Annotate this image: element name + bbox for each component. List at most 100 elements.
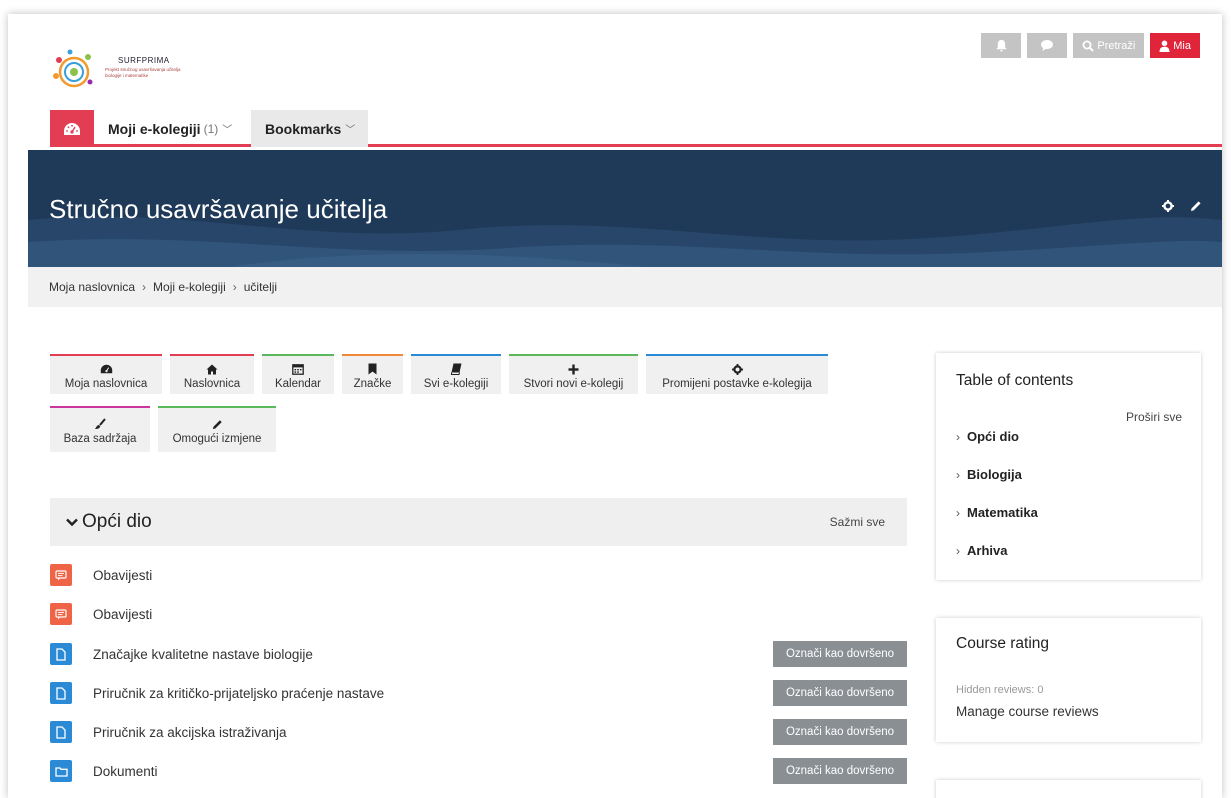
quick-button-create-course[interactable]: Stvori novi e-kolegij: [509, 354, 638, 394]
pencil-icon[interactable]: [1190, 200, 1202, 212]
quick-button-home[interactable]: Naslovnica: [170, 354, 254, 394]
quick-button-course-settings[interactable]: Promijeni postavke e-kolegija: [646, 354, 828, 394]
activity-row[interactable]: Dokumenti Označi kao dovršeno: [50, 756, 907, 786]
toc-item-archive[interactable]: › Arhiva: [956, 543, 1007, 558]
quick-button-label: Baza sadržaja: [63, 433, 137, 445]
toc-title: Table of contents: [956, 372, 1074, 389]
bookmark-icon: [368, 362, 377, 376]
plus-icon: [568, 362, 579, 376]
gear-icon[interactable]: [1162, 200, 1174, 212]
activity-row[interactable]: Obavijesti: [50, 599, 907, 629]
brush-icon: [94, 417, 106, 431]
course-page: SURFPRIMA Projekt stručnog usavršavanja …: [8, 14, 1222, 798]
user-icon: [1159, 40, 1170, 52]
logo-emblem-icon: [53, 49, 93, 88]
toc-item-mathematics[interactable]: › Matematika: [956, 505, 1038, 520]
quick-button-label: Promijeni postavke e-kolegija: [662, 378, 812, 390]
activity-link[interactable]: Značajke kvalitetne nastave biologije: [93, 647, 313, 662]
chevron-down-icon: ﹀: [222, 125, 233, 136]
quick-button-dashboard[interactable]: Moja naslovnica: [50, 354, 162, 394]
chat-bubble-icon: [1041, 40, 1054, 51]
activity-link[interactable]: Priručnik za kritičko-prijateljsko praće…: [93, 686, 384, 701]
chevron-down-icon: [66, 518, 78, 527]
home-icon: [206, 362, 218, 376]
breadcrumb-item-dashboard[interactable]: Moja naslovnica: [49, 280, 135, 294]
activity-row[interactable]: Priručnik za kritičko-prijateljsko praće…: [50, 678, 907, 708]
quick-button-label: Omogući izmjene: [172, 433, 262, 445]
breadcrumb-item-my-courses[interactable]: Moji e-kolegiji: [153, 280, 226, 294]
quick-button-label: Moja naslovnica: [64, 378, 148, 390]
breadcrumb: Moja naslovnica › Moji e-kolegiji › učitelji: [28, 267, 1222, 307]
course-header-banner: Stručno usavršavanje učitelja: [28, 150, 1222, 267]
toc-item-label: Biologija: [967, 467, 1022, 482]
breadcrumb-separator: ›: [232, 280, 237, 294]
quick-button-calendar[interactable]: Kalendar: [262, 354, 334, 394]
toc-item-label: Matematika: [967, 505, 1038, 520]
collapse-all-link[interactable]: Sažmi sve: [830, 515, 885, 529]
section-header[interactable]: Opći dio Sažmi sve: [50, 498, 907, 546]
my-courses-menu[interactable]: Moji e-kolegiji (1) ﹀: [94, 110, 246, 147]
quick-button-content-bank[interactable]: Baza sadržaja: [50, 406, 150, 452]
breadcrumb-separator: ›: [142, 280, 147, 294]
manage-reviews-link[interactable]: Manage course reviews: [956, 704, 1099, 719]
quick-button-all-courses[interactable]: Svi e-kolegiji: [411, 354, 501, 394]
toc-item-biology[interactable]: › Biologija: [956, 467, 1022, 482]
messages-button[interactable]: [1027, 33, 1068, 58]
file-icon: [50, 643, 72, 665]
mark-complete-button[interactable]: Označi kao dovršeno: [773, 641, 907, 667]
logo-subtitle: Projekt stručnog usavršavanja učitelja b…: [105, 67, 181, 78]
file-icon: [50, 682, 72, 704]
quick-button-label: Stvori novi e-kolegij: [523, 378, 624, 390]
chevron-right-icon: ›: [956, 430, 960, 444]
dashboard-icon: [100, 362, 113, 376]
forum-icon: [50, 603, 72, 625]
chevron-right-icon: ›: [956, 468, 960, 482]
activity-row[interactable]: Obavijesti: [50, 560, 907, 590]
activity-link[interactable]: Dokumenti: [93, 764, 158, 779]
book-icon: [450, 362, 462, 376]
mark-complete-button[interactable]: Označi kao dovršeno: [773, 719, 907, 745]
quick-button-label: Svi e-kolegiji: [423, 378, 489, 390]
quick-button-label: Značke: [353, 378, 392, 390]
chevron-right-icon: ›: [956, 544, 960, 558]
notifications-button[interactable]: [981, 33, 1022, 58]
course-title: Stručno usavršavanje učitelja: [49, 194, 388, 224]
folder-icon: [50, 760, 72, 782]
chevron-right-icon: ›: [956, 506, 960, 520]
quick-button-edit-mode[interactable]: Omogući izmjene: [158, 406, 276, 452]
course-rating-block: Course rating Hidden reviews: 0 Manage c…: [936, 618, 1201, 742]
quick-button-badges[interactable]: Značke: [342, 354, 403, 394]
dashboard-nav-button[interactable]: [50, 110, 94, 147]
toc-item-label: Opći dio: [967, 429, 1019, 444]
toc-item-label: Arhiva: [967, 543, 1008, 558]
user-menu-button[interactable]: Mia: [1150, 33, 1200, 58]
toc-item-general[interactable]: › Opći dio: [956, 429, 1019, 444]
quick-button-label: Naslovnica: [183, 378, 241, 390]
logo-title: SURFPRIMA: [118, 56, 170, 65]
section-title[interactable]: Opći dio: [66, 511, 152, 533]
gear-icon: [731, 362, 743, 376]
activity-row[interactable]: Priručnik za akcijska istraživanja Označ…: [50, 717, 907, 747]
pencil-icon: [212, 417, 223, 431]
next-block: [936, 780, 1201, 798]
top-toolbar: Pretraži Mia: [981, 33, 1200, 58]
bell-icon: [996, 39, 1007, 52]
hidden-reviews-count: Hidden reviews: 0: [956, 684, 1044, 696]
bookmarks-label: Bookmarks: [265, 120, 342, 137]
bookmarks-menu[interactable]: Bookmarks ﹀: [251, 110, 368, 147]
search-icon: [1082, 40, 1095, 52]
rating-title: Course rating: [956, 635, 1050, 652]
search-label: Pretraži: [1097, 39, 1136, 52]
activity-link[interactable]: Obavijesti: [93, 607, 152, 622]
activity-link[interactable]: Obavijesti: [93, 568, 152, 583]
activity-row[interactable]: Značajke kvalitetne nastave biologije Oz…: [50, 639, 907, 669]
search-button[interactable]: Pretraži: [1073, 33, 1145, 58]
quick-button-label: Kalendar: [274, 378, 322, 390]
forum-icon: [50, 564, 72, 586]
activity-link[interactable]: Priručnik za akcijska istraživanja: [93, 725, 287, 740]
calendar-icon: [292, 362, 304, 376]
breadcrumb-item-course[interactable]: učitelji: [244, 280, 277, 294]
expand-all-link[interactable]: Proširi sve: [1126, 410, 1182, 424]
mark-complete-button[interactable]: Označi kao dovršeno: [773, 680, 907, 706]
mark-complete-button[interactable]: Označi kao dovršeno: [773, 758, 907, 784]
